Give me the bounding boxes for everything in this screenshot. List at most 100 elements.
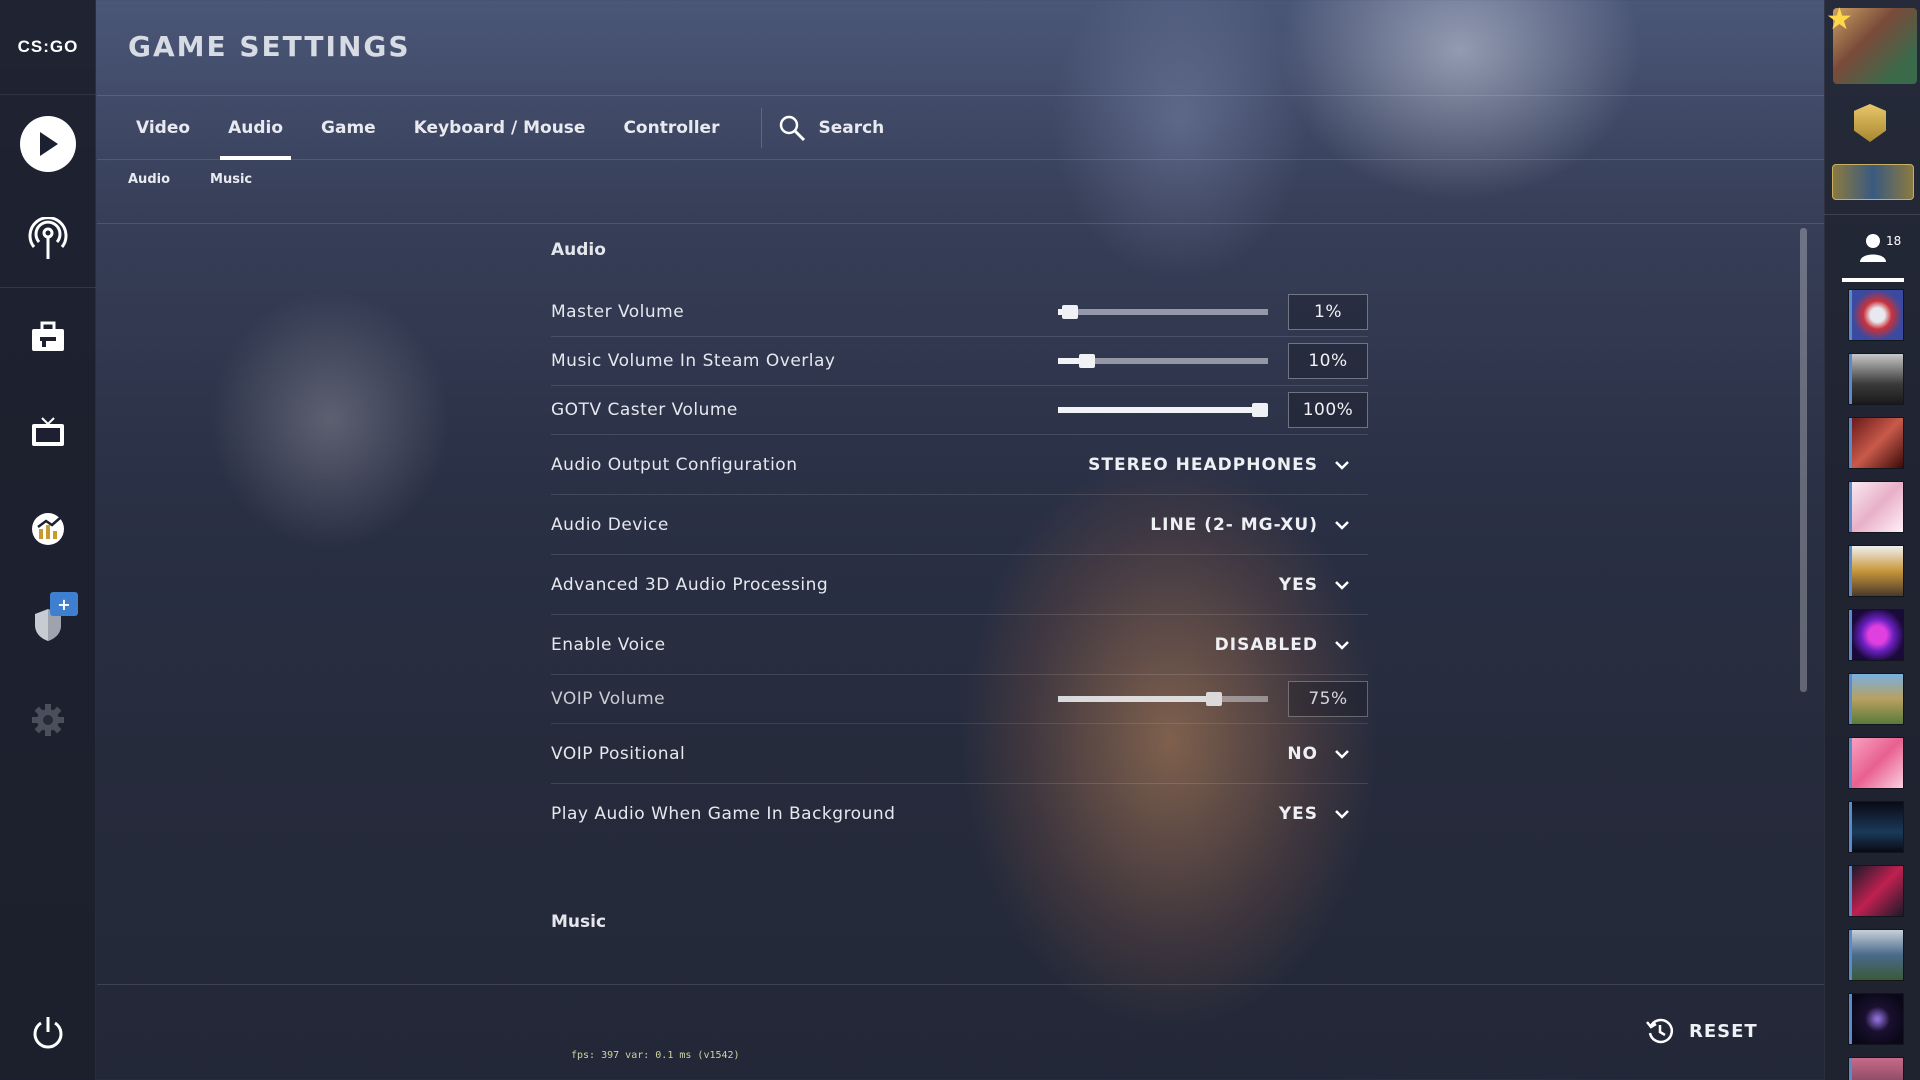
play-audio-background-dropdown[interactable]: YES <box>1279 804 1368 824</box>
advanced-3d-audio-dropdown[interactable]: YES <box>1279 575 1368 595</box>
power-button[interactable] <box>0 997 96 1067</box>
music-volume-slider[interactable] <box>1058 354 1268 368</box>
broadcast-icon <box>28 217 68 259</box>
chevron-down-icon <box>1335 640 1349 650</box>
friend-avatar[interactable] <box>1849 418 1903 468</box>
friend-avatar[interactable] <box>1849 546 1903 596</box>
friend-avatar[interactable] <box>1849 994 1903 1044</box>
voip-positional-dropdown[interactable]: NO <box>1287 744 1368 764</box>
friend-avatar[interactable] <box>1849 610 1903 660</box>
friend-avatar[interactable] <box>1849 354 1903 404</box>
friend-avatar[interactable] <box>1849 482 1903 532</box>
left-nav-rail: CS:GO + <box>0 0 96 1080</box>
reset-button[interactable]: RESET <box>1645 1016 1758 1046</box>
friend-avatar[interactable] <box>1849 930 1903 980</box>
settings-button[interactable] <box>0 685 96 755</box>
inventory-button[interactable] <box>0 302 96 372</box>
search-label: Search <box>818 118 885 138</box>
setting-label: GOTV Caster Volume <box>551 400 738 420</box>
right-social-rail <box>1824 0 1920 1080</box>
tab-controller[interactable]: Controller <box>607 96 735 160</box>
setting-audio-device: Audio Device LINE (2- MG-XU) <box>551 495 1368 555</box>
setting-music-volume-overlay: Music Volume In Steam Overlay 10% <box>551 337 1368 386</box>
tab-video[interactable]: Video <box>120 96 206 160</box>
setting-label: Audio Device <box>551 514 669 535</box>
chevron-down-icon <box>1335 460 1349 470</box>
setting-voip-positional: VOIP Positional NO <box>551 724 1368 784</box>
gotv-volume-value[interactable]: 100% <box>1288 392 1368 428</box>
operation-button[interactable] <box>0 590 96 660</box>
dropdown-value: DISABLED <box>1214 634 1318 655</box>
search-icon <box>780 115 806 142</box>
setting-voip-volume: VOIP Volume 75% <box>551 675 1368 724</box>
subtab-music[interactable]: Music <box>210 172 252 187</box>
setting-audio-output-config: Audio Output Configuration STEREO HEADPH… <box>551 435 1368 495</box>
friend-avatar[interactable] <box>1849 802 1903 852</box>
chevron-down-icon <box>1335 749 1349 759</box>
briefcase-icon <box>32 321 64 351</box>
rail-divider <box>0 287 96 288</box>
reset-icon <box>1646 1018 1674 1044</box>
settings-panel: Audio Master Volume 1% Music Volume In S… <box>551 230 1368 942</box>
tab-game[interactable]: Game <box>305 96 392 160</box>
chevron-down-icon <box>1335 520 1349 530</box>
right-rail-divider <box>1824 214 1920 215</box>
tab-keyboard-mouse[interactable]: Keyboard / Mouse <box>398 96 602 160</box>
subtab-audio[interactable]: Audio <box>128 172 170 187</box>
play-button[interactable] <box>0 109 96 179</box>
setting-label: Advanced 3D Audio Processing <box>551 574 829 595</box>
friend-avatar[interactable] <box>1849 738 1903 788</box>
play-icon <box>20 116 76 172</box>
audio-output-dropdown[interactable]: STEREO HEADPHONES <box>1088 455 1368 475</box>
setting-label: Audio Output Configuration <box>551 454 798 475</box>
section-title-audio: Audio <box>551 240 606 260</box>
tab-audio[interactable]: Audio <box>212 96 299 160</box>
stats-icon <box>32 513 64 545</box>
broadcast-button[interactable] <box>0 204 96 274</box>
settings-scrollbar[interactable] <box>1800 228 1807 692</box>
stats-button[interactable] <box>0 494 96 564</box>
dropdown-value: NO <box>1287 743 1318 764</box>
new-badge: + <box>50 592 78 616</box>
skill-group-icon[interactable] <box>1832 164 1914 200</box>
fps-readout: fps: 397 var: 0.1 ms (v1542) <box>571 1050 740 1061</box>
setting-label: VOIP Volume <box>551 689 666 709</box>
subtabs-divider <box>97 223 1824 224</box>
search-button[interactable]: Search <box>778 114 884 142</box>
slider-thumb[interactable] <box>1252 403 1268 417</box>
setting-label: VOIP Positional <box>551 743 686 764</box>
friend-avatar[interactable] <box>1849 1058 1903 1080</box>
power-icon <box>33 1017 63 1049</box>
setting-label: Music Volume In Steam Overlay <box>551 351 836 371</box>
gotv-volume-slider[interactable] <box>1058 403 1268 417</box>
setting-play-audio-background: Play Audio When Game In Background YES <box>551 784 1368 844</box>
setting-label: Enable Voice <box>551 634 666 655</box>
enable-voice-dropdown[interactable]: DISABLED <box>1215 635 1368 655</box>
music-volume-value[interactable]: 10% <box>1288 343 1368 379</box>
friend-avatar[interactable] <box>1849 866 1903 916</box>
voip-volume-value[interactable]: 75% <box>1288 681 1368 717</box>
slider-thumb[interactable] <box>1061 305 1078 319</box>
slider-thumb[interactable] <box>1205 692 1222 706</box>
person-icon <box>1860 234 1886 262</box>
voip-volume-slider[interactable] <box>1058 692 1268 706</box>
friend-avatar[interactable] <box>1849 290 1903 340</box>
slider-thumb[interactable] <box>1079 354 1096 368</box>
reset-label: RESET <box>1689 1020 1758 1042</box>
footer-divider <box>97 984 1824 985</box>
setting-gotv-caster-volume: GOTV Caster Volume 100% <box>551 386 1368 435</box>
master-volume-slider[interactable] <box>1058 305 1268 319</box>
csgo-logo[interactable]: CS:GO <box>0 0 96 95</box>
setting-label: Play Audio When Game In Background <box>551 804 896 824</box>
audio-device-dropdown[interactable]: LINE (2- MG-XU) <box>1150 515 1368 535</box>
settings-tabs: Video Audio Game Keyboard / Mouse Contro… <box>120 96 884 160</box>
star-icon: ★ <box>1826 2 1853 37</box>
friend-avatar[interactable] <box>1849 674 1903 724</box>
subtabs: Audio Music <box>128 172 252 187</box>
gear-icon <box>32 704 64 736</box>
master-volume-value[interactable]: 1% <box>1288 294 1368 330</box>
dropdown-value: YES <box>1278 574 1318 595</box>
setting-label: Master Volume <box>551 302 685 322</box>
watch-button[interactable] <box>0 398 96 468</box>
setting-advanced-3d-audio: Advanced 3D Audio Processing YES <box>551 555 1368 615</box>
